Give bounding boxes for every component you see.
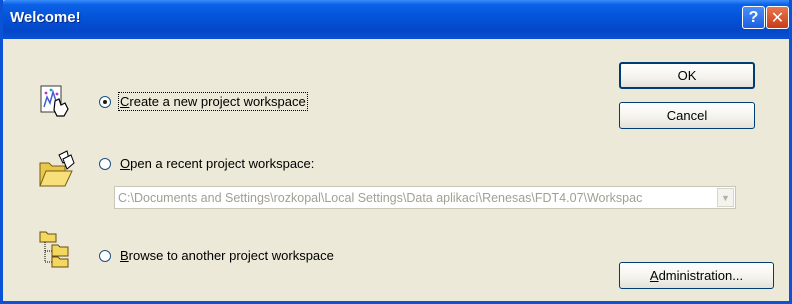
new-project-icon — [40, 85, 69, 117]
help-button[interactable]: ? — [742, 6, 765, 29]
browse-project-option[interactable]: Browse to another project workspace — [99, 248, 334, 263]
recent-project-label: Open a recent project workspace: — [120, 156, 315, 171]
new-project-label: Create a new project workspace — [118, 92, 308, 111]
ok-button-label: OK — [677, 68, 697, 83]
browse-project-label: Browse to another project workspace — [120, 248, 334, 263]
cancel-button[interactable]: Cancel — [619, 102, 755, 129]
chevron-down-icon[interactable]: ▼ — [717, 188, 734, 207]
welcome-dialog: Welcome! ? ✕ Create a new project worksp… — [0, 0, 792, 304]
recent-workspace-combo[interactable]: C:\Documents and Settings\rozkopal\Local… — [114, 186, 736, 209]
browse-project-radio[interactable] — [99, 249, 111, 262]
administration-button[interactable]: Administration... — [619, 262, 774, 289]
recent-workspace-path: C:\Documents and Settings\rozkopal\Local… — [118, 190, 643, 205]
folder-tree-icon — [39, 231, 69, 268]
cancel-button-label: Cancel — [666, 108, 708, 123]
new-project-radio[interactable] — [99, 95, 111, 108]
administration-button-label: Administration... — [649, 268, 744, 283]
window-title: Welcome! — [10, 9, 81, 26]
new-project-option[interactable]: Create a new project workspace — [99, 92, 308, 111]
dialog-content: Create a new project workspace Open a re… — [3, 39, 789, 301]
recent-project-option[interactable]: Open a recent project workspace: — [99, 156, 314, 171]
close-button[interactable]: ✕ — [766, 6, 789, 29]
ok-button[interactable]: OK — [619, 62, 755, 89]
recent-project-radio[interactable] — [99, 157, 111, 170]
open-folder-icon — [39, 150, 75, 187]
title-bar[interactable]: Welcome! ? ✕ — [3, 0, 789, 39]
close-icon: ✕ — [770, 9, 785, 27]
help-icon: ? — [748, 8, 759, 26]
